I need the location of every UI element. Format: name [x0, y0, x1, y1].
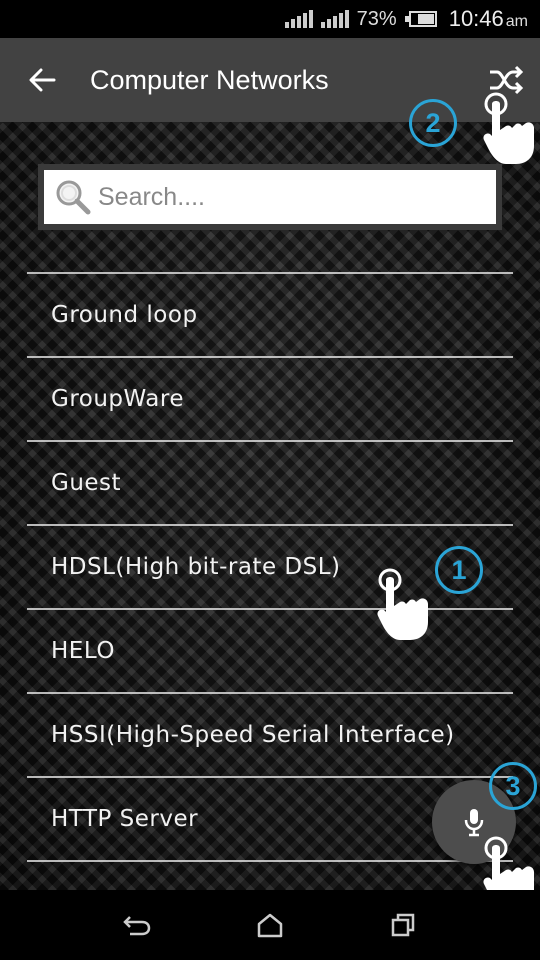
- clock: 10:46 am: [449, 6, 528, 32]
- page-title: Computer Networks: [90, 64, 329, 95]
- list-item-label: HSSI(High-Speed Serial Interface): [51, 722, 455, 748]
- status-bar: 73% 10:46 am: [0, 0, 540, 38]
- list-item-label: HELO: [51, 638, 115, 664]
- nav-home-icon: [257, 913, 283, 938]
- nav-back-button[interactable]: [107, 895, 167, 955]
- list-item-label: Guest: [51, 470, 122, 496]
- arrow-back-icon: [29, 68, 56, 92]
- tutorial-step-marker: 3: [489, 762, 537, 810]
- list-item-label: HTTP Server: [51, 806, 199, 832]
- hand-pointer-icon: [483, 92, 534, 164]
- search-input[interactable]: [98, 182, 458, 212]
- hand-pointer-icon: [377, 568, 428, 640]
- clock-time: 10:46: [448, 6, 504, 31]
- back-button[interactable]: [0, 38, 84, 122]
- magnifier-icon: [56, 180, 91, 215]
- tutorial-step-marker: 1: [435, 546, 483, 594]
- list-item[interactable]: HSSI(High-Speed Serial Interface): [27, 694, 513, 778]
- battery-icon: [404, 11, 437, 27]
- battery-percent: 73%: [356, 7, 397, 30]
- signal-strength-icon: [284, 10, 313, 28]
- list-item[interactable]: GroupWare: [27, 358, 513, 442]
- nav-recents-icon: [392, 913, 415, 937]
- app-bar: Computer Networks: [0, 38, 540, 122]
- search-field[interactable]: [44, 170, 496, 224]
- microphone-icon: [464, 809, 484, 837]
- list-divider: [27, 272, 513, 274]
- nav-home-button[interactable]: [240, 895, 300, 955]
- tutorial-step-marker: 2: [409, 99, 457, 147]
- list-item[interactable]: HELO: [27, 610, 513, 694]
- signal-strength-icon-2: [320, 10, 349, 28]
- clock-ampm: am: [505, 13, 528, 30]
- list-item-label: HDSL(High bit-rate DSL): [51, 554, 341, 580]
- nav-back-icon: [122, 916, 150, 936]
- list-item[interactable]: Guest: [27, 442, 513, 526]
- list-item[interactable]: Ground loop: [27, 274, 513, 358]
- system-nav-bar: [0, 890, 540, 960]
- list-item-label: Ground loop: [51, 302, 198, 328]
- nav-recents-button[interactable]: [373, 895, 433, 955]
- search-box: [38, 164, 502, 230]
- list-item-label: GroupWare: [51, 386, 184, 412]
